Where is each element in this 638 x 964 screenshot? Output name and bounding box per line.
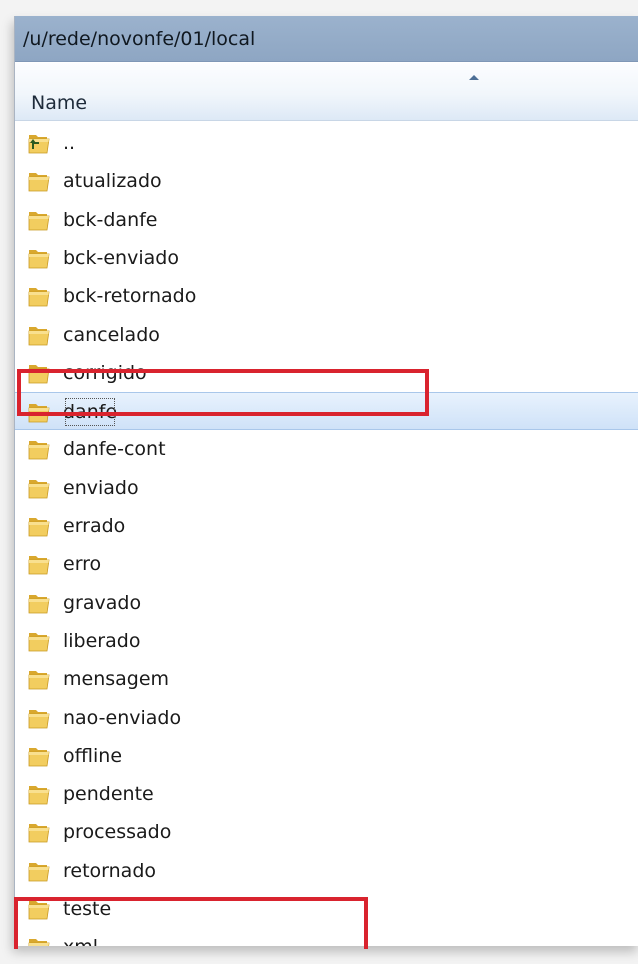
folder-label: bck-enviado — [63, 246, 179, 269]
file-browser-panel: /u/rede/novonfe/01/local Name .. atualiza… — [14, 16, 638, 946]
folder-label: offline — [63, 744, 123, 767]
folder-label: retornado — [63, 859, 157, 882]
folder-row-pendente[interactable]: pendente — [15, 775, 638, 813]
folder-label: .. — [63, 132, 76, 154]
folder-label: liberado — [63, 629, 141, 652]
folder-label: atualizado — [63, 170, 162, 193]
folder-label: nao-enviado — [63, 706, 182, 729]
folder-row-cancelado[interactable]: cancelado — [15, 316, 638, 354]
column-header-label: Name — [31, 92, 88, 114]
folder-row-errado[interactable]: errado — [15, 507, 638, 545]
folder-row-gravado[interactable]: gravado — [15, 584, 638, 622]
folder-row-liberado[interactable]: liberado — [15, 622, 638, 660]
folder-label: bck-retornado — [63, 285, 197, 308]
folder-label: pendente — [63, 783, 154, 806]
folder-icon — [27, 591, 51, 615]
folder-icon — [27, 859, 51, 883]
folder-icon — [27, 782, 51, 806]
folder-label: erro — [63, 553, 102, 576]
folder-row-bck-enviado[interactable]: bck-enviado — [15, 239, 638, 277]
parent-folder-icon — [27, 131, 51, 155]
sort-ascending-icon — [469, 75, 479, 80]
folder-label: errado — [63, 515, 126, 537]
folder-icon — [27, 284, 51, 308]
folder-row-offline[interactable]: offline — [15, 737, 638, 775]
folder-icon — [27, 744, 51, 768]
highlight-box-xml — [14, 897, 368, 949]
folder-icon — [27, 437, 51, 461]
folder-row-erro[interactable]: erro — [15, 545, 638, 583]
folder-icon — [27, 552, 51, 576]
folder-icon — [27, 476, 51, 500]
folder-icon — [27, 323, 51, 347]
folder-row-bck-danfe[interactable]: bck-danfe — [15, 201, 638, 239]
folder-icon — [27, 208, 51, 232]
column-header-name[interactable]: Name — [15, 63, 638, 121]
folder-row-atualizado[interactable]: atualizado — [15, 162, 638, 200]
folder-row-processado[interactable]: processado — [15, 813, 638, 851]
path-bar[interactable]: /u/rede/novonfe/01/local — [15, 16, 638, 62]
folder-icon — [27, 820, 51, 844]
folder-icon — [27, 169, 51, 193]
folder-row-danfe-cont[interactable]: danfe-cont — [15, 430, 638, 468]
folder-label: bck-danfe — [63, 208, 158, 231]
folder-icon — [27, 246, 51, 270]
folder-label: enviado — [63, 476, 139, 499]
folder-row-enviado[interactable]: enviado — [15, 469, 638, 507]
highlight-box-danfe — [17, 369, 429, 416]
folder-row-retornado[interactable]: retornado — [15, 852, 638, 890]
folder-icon — [27, 667, 51, 691]
folder-label: cancelado — [63, 323, 160, 346]
folder-label: gravado — [63, 591, 142, 614]
folder-row-bck-retornado[interactable]: bck-retornado — [15, 277, 638, 315]
folder-icon — [27, 629, 51, 653]
folder-icon — [27, 706, 51, 730]
folder-row-parent[interactable]: .. — [15, 124, 638, 162]
folder-label: processado — [63, 821, 172, 844]
folder-label: danfe-cont — [63, 438, 166, 461]
folder-label: mensagem — [63, 668, 170, 691]
folder-row-nao-enviado[interactable]: nao-enviado — [15, 699, 638, 737]
folder-row-mensagem[interactable]: mensagem — [15, 660, 638, 698]
folder-icon — [27, 514, 51, 538]
